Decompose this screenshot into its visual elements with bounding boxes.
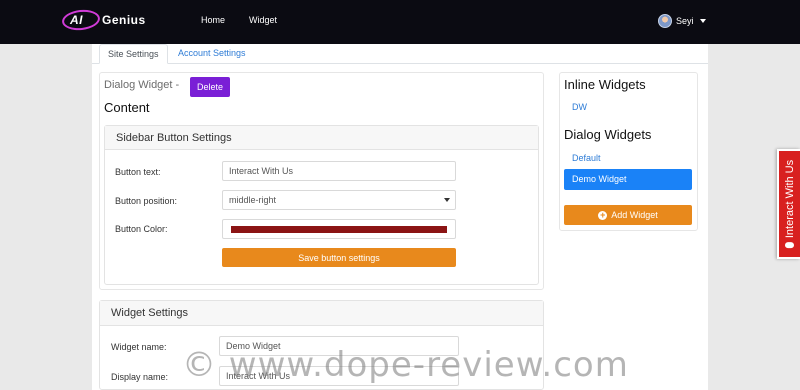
widget-settings-title: Widget Settings: [111, 307, 189, 319]
nav-home-link[interactable]: Home: [201, 15, 225, 25]
delete-button[interactable]: Delete: [190, 77, 230, 97]
microphone-icon: [784, 242, 794, 249]
tab-site-settings[interactable]: Site Settings: [99, 44, 168, 64]
button-position-select[interactable]: middle-right: [222, 190, 456, 210]
tab-account-settings[interactable]: Account Settings: [170, 44, 254, 64]
button-text-label: Button text:: [115, 167, 161, 177]
content-heading: Content: [104, 100, 150, 115]
sidebar-button-settings-title: Sidebar Button Settings: [116, 132, 232, 144]
add-widget-button[interactable]: + Add Widget: [564, 205, 692, 225]
widget-name-label: Widget name:: [111, 342, 167, 352]
user-name: Seyi: [676, 16, 694, 26]
logo-ai-text: AI: [70, 13, 83, 27]
settings-tabs: Site Settings Account Settings: [92, 44, 708, 64]
button-color-label: Button Color:: [115, 224, 168, 234]
logo-text: Genius: [102, 13, 146, 27]
nav-widget-link[interactable]: Widget: [249, 15, 277, 25]
button-color-picker[interactable]: [222, 219, 456, 239]
navbar: AI Genius Home Widget Seyi: [0, 0, 800, 44]
user-menu[interactable]: Seyi: [658, 13, 706, 29]
logo[interactable]: AI Genius: [61, 8, 172, 32]
dialog-widgets-heading: Dialog Widgets: [564, 127, 652, 142]
chevron-down-icon: [699, 19, 706, 23]
plus-circle-icon: +: [598, 209, 608, 220]
sidebar-button-settings-header: Sidebar Button Settings: [105, 126, 538, 150]
widget-settings-header: Widget Settings: [100, 301, 543, 326]
button-position-label: Button position:: [115, 196, 178, 206]
watermark: © www.dope-review.com: [182, 345, 629, 385]
button-position-value: middle-right: [229, 195, 277, 205]
inline-widget-item-dw[interactable]: DW: [572, 102, 587, 112]
display-name-label: Display name:: [111, 372, 169, 382]
save-button-settings-button[interactable]: Save button settings: [222, 248, 456, 267]
avatar: [658, 14, 672, 28]
dialog-widget-title: Dialog Widget -: [104, 79, 180, 91]
add-widget-label: Add Widget: [611, 210, 658, 220]
chevron-down-icon: [444, 198, 450, 202]
inline-widgets-heading: Inline Widgets: [564, 77, 646, 92]
dialog-widget-item-default[interactable]: Default: [572, 153, 601, 163]
button-text-input[interactable]: Interact With Us: [222, 161, 456, 181]
interact-tab-label: Interact With Us: [783, 159, 796, 239]
dialog-widget-item-demo-widget[interactable]: Demo Widget: [564, 169, 692, 190]
color-swatch: [231, 226, 447, 233]
interact-with-us-tab[interactable]: Interact With Us: [777, 149, 800, 259]
